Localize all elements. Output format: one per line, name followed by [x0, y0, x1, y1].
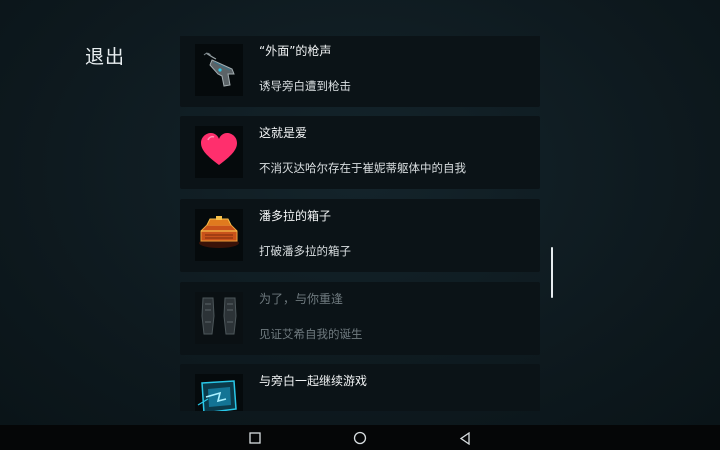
heart-icon: [199, 132, 239, 172]
achievement-list[interactable]: “外面”的枪声 诱导旁白遭到枪击 这就是爱 不消灭达哈尔存在于崔妮蒂躯体中的自我: [180, 36, 540, 411]
achievement-card[interactable]: “外面”的枪声 诱导旁白遭到枪击: [180, 36, 540, 107]
achievement-thumbnail: [195, 292, 243, 344]
achievement-card-locked[interactable]: 为了，与你重逢 见证艾希自我的诞生: [180, 282, 540, 355]
achievement-description: 诱导旁白遭到枪击: [259, 79, 351, 93]
achievement-title: “外面”的枪声: [259, 44, 332, 58]
pistol-icon: [198, 45, 240, 95]
figures-icon: [197, 294, 241, 342]
achievement-thumbnail: [195, 126, 243, 178]
pandora-box-icon: [196, 213, 242, 257]
achievements-screen: 退出 “外面”的枪声 诱导旁白遭到枪击 这就是爱 不消灭达哈尔存在于崔妮蒂躯体中…: [0, 0, 720, 425]
achievement-thumbnail: [195, 209, 243, 261]
achievement-title: 潘多拉的箱子: [259, 209, 332, 223]
scrollbar[interactable]: [551, 247, 553, 298]
exit-button[interactable]: 退出: [85, 42, 125, 69]
achievement-description: 不消灭达哈尔存在于崔妮蒂躯体中的自我: [259, 161, 466, 175]
achievement-thumbnail: [195, 44, 243, 96]
square-icon[interactable]: [247, 430, 263, 446]
screen-icon: [196, 375, 242, 411]
achievement-title: 为了，与你重逢: [259, 292, 344, 306]
achievement-card[interactable]: 与旁白一起继续游戏: [180, 364, 540, 411]
achievement-card[interactable]: 这就是爱 不消灭达哈尔存在于崔妮蒂躯体中的自我: [180, 116, 540, 189]
achievement-card[interactable]: 潘多拉的箱子 打破潘多拉的箱子: [180, 199, 540, 272]
achievement-description: 见证艾希自我的诞生: [259, 327, 363, 341]
circle-icon[interactable]: [352, 430, 368, 446]
achievement-title: 这就是爱: [259, 126, 308, 140]
system-nav-bar: [0, 425, 720, 450]
achievement-thumbnail: [195, 374, 243, 411]
achievement-title: 与旁白一起继续游戏: [259, 374, 368, 388]
achievement-description: 打破潘多拉的箱子: [259, 244, 351, 258]
back-triangle-icon[interactable]: [457, 430, 473, 446]
